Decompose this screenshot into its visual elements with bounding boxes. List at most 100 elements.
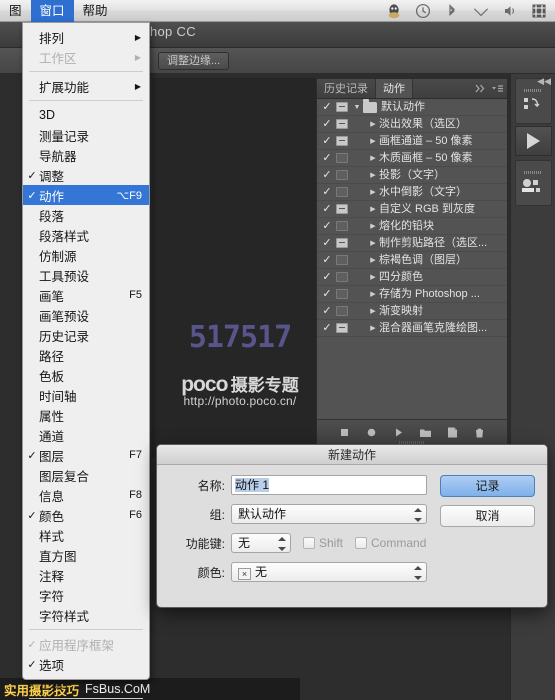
tab-actions[interactable]: 动作	[376, 79, 413, 98]
action-row[interactable]: ✓▶棕褐色调（图层）	[317, 252, 507, 269]
action-dialog-toggle-icon[interactable]	[336, 323, 348, 333]
action-row[interactable]: ✓▶木质画框 – 50 像素	[317, 150, 507, 167]
action-row[interactable]: ✓▶存储为 Photoshop ...	[317, 286, 507, 303]
action-row[interactable]: ✓▶投影（文字）	[317, 167, 507, 184]
action-dialog-toggle-icon[interactable]	[336, 136, 348, 146]
action-dialog-toggle-icon[interactable]	[336, 238, 348, 248]
menu-item[interactable]: 测量记录	[23, 125, 149, 145]
action-enabled-checkmark-icon[interactable]: ✓	[320, 99, 334, 116]
menu-item[interactable]: 历史记录	[23, 325, 149, 345]
chevron-right-icon[interactable]: ▶	[367, 218, 379, 235]
menu-item[interactable]: 工具预设	[23, 265, 149, 285]
action-enabled-checkmark-icon[interactable]: ✓	[320, 184, 334, 201]
action-dialog-toggle-icon[interactable]	[336, 119, 348, 129]
shift-checkbox[interactable]	[303, 537, 315, 549]
menu-item[interactable]: 注释	[23, 565, 149, 585]
function-key-select[interactable]: 无	[231, 533, 291, 553]
action-dialog-toggle-icon[interactable]	[336, 187, 348, 197]
menu-item[interactable]: 色板	[23, 365, 149, 385]
actions-list[interactable]: ✓▼默认动作✓▶淡出效果（选区）✓▶画框通道 – 50 像素✓▶木质画框 – 5…	[317, 99, 507, 419]
panel-menu-icon[interactable]	[491, 82, 504, 95]
set-select[interactable]: 默认动作	[231, 504, 427, 524]
menu-item[interactable]: 属性	[23, 405, 149, 425]
chevron-right-icon[interactable]: ▶	[367, 235, 379, 252]
window-menu-dropdown[interactable]: 排列▶工作区▶扩展功能▶3D测量记录导航器✓调整✓动作⌥F9段落段落样式仿制源工…	[22, 22, 150, 680]
action-enabled-checkmark-icon[interactable]: ✓	[320, 150, 334, 167]
action-dialog-toggle-icon[interactable]	[336, 306, 348, 316]
double-chevron-left-icon[interactable]: ◀◀	[537, 76, 551, 87]
menu-item[interactable]: ✓颜色F6	[23, 505, 149, 525]
menu-item[interactable]: 时间轴	[23, 385, 149, 405]
command-checkbox[interactable]	[355, 537, 367, 549]
play-icon[interactable]	[392, 426, 405, 439]
chevron-right-icon[interactable]: ▶	[367, 150, 379, 167]
menu-item[interactable]: 直方图	[23, 545, 149, 565]
new-action-icon[interactable]	[446, 426, 459, 439]
menu-item[interactable]: 工作区▶	[23, 47, 149, 67]
action-enabled-checkmark-icon[interactable]: ✓	[320, 133, 334, 150]
chevron-right-icon[interactable]: ▶	[367, 286, 379, 303]
new-set-icon[interactable]	[419, 426, 432, 439]
action-dialog-toggle-icon[interactable]	[336, 255, 348, 265]
action-row[interactable]: ✓▶混合器画笔克隆绘图...	[317, 320, 507, 337]
action-dialog-toggle-icon[interactable]	[336, 153, 348, 163]
menu-item[interactable]: ✓动作⌥F9	[23, 185, 149, 205]
chevron-right-icon[interactable]: ▶	[367, 201, 379, 218]
action-row[interactable]: ✓▼默认动作	[317, 99, 507, 116]
color-select[interactable]: ×无	[231, 562, 427, 582]
chevron-right-icon[interactable]: ▶	[367, 269, 379, 286]
action-row[interactable]: ✓▶自定义 RGB 到灰度	[317, 201, 507, 218]
chevron-down-icon[interactable]: ▼	[351, 99, 363, 116]
bluetooth-icon[interactable]	[444, 3, 460, 19]
qq-penguin-icon[interactable]	[386, 3, 402, 19]
action-enabled-checkmark-icon[interactable]: ✓	[320, 201, 334, 218]
volume-icon[interactable]	[502, 3, 518, 19]
action-enabled-checkmark-icon[interactable]: ✓	[320, 252, 334, 269]
menu-item[interactable]: 字符样式	[23, 605, 149, 625]
menu-item[interactable]: ✓应用程序框架	[23, 634, 149, 654]
menu-item[interactable]: 画笔F5	[23, 285, 149, 305]
action-enabled-checkmark-icon[interactable]: ✓	[320, 167, 334, 184]
delete-icon[interactable]	[473, 426, 486, 439]
action-dialog-toggle-icon[interactable]	[336, 204, 348, 214]
chevron-right-icon[interactable]: ▶	[367, 116, 379, 133]
action-row[interactable]: ✓▶制作剪贴路径（选区...	[317, 235, 507, 252]
chevron-right-icon[interactable]: ▶	[367, 320, 379, 337]
action-row[interactable]: ✓▶水中倒影（文字）	[317, 184, 507, 201]
action-row[interactable]: ✓▶四分颜色	[317, 269, 507, 286]
menu-item[interactable]: 扩展功能▶	[23, 76, 149, 96]
action-enabled-checkmark-icon[interactable]: ✓	[320, 235, 334, 252]
cancel-button[interactable]: 取消	[440, 505, 535, 527]
action-enabled-checkmark-icon[interactable]: ✓	[320, 320, 334, 337]
menu-item[interactable]: 仿制源	[23, 245, 149, 265]
action-enabled-checkmark-icon[interactable]: ✓	[320, 286, 334, 303]
menu-item[interactable]: 导航器	[23, 145, 149, 165]
chevron-right-icon[interactable]: ▶	[367, 303, 379, 320]
menu-item[interactable]: 路径	[23, 345, 149, 365]
action-dialog-toggle-icon[interactable]	[336, 170, 348, 180]
menu-item[interactable]: 通道	[23, 425, 149, 445]
action-enabled-checkmark-icon[interactable]: ✓	[320, 269, 334, 286]
menu-item[interactable]: 段落	[23, 205, 149, 225]
menu-item[interactable]: 3D	[23, 105, 149, 125]
chevron-right-icon[interactable]: ▶	[367, 167, 379, 184]
action-row[interactable]: ✓▶画框通道 – 50 像素	[317, 133, 507, 150]
document-canvas[interactable]	[152, 78, 320, 458]
time-machine-icon[interactable]	[415, 3, 431, 19]
menu-item[interactable]: ✓图层F7	[23, 445, 149, 465]
action-row[interactable]: ✓▶熔化的铅块	[317, 218, 507, 235]
action-enabled-checkmark-icon[interactable]: ✓	[320, 218, 334, 235]
chevron-right-icon[interactable]: ▶	[367, 133, 379, 150]
action-dialog-toggle-icon[interactable]	[336, 272, 348, 282]
double-chevron-right-icon[interactable]	[474, 82, 487, 95]
menu-item[interactable]: 图层复合	[23, 465, 149, 485]
menubar-item-0[interactable]: 图	[0, 0, 31, 22]
action-dialog-toggle-icon[interactable]	[336, 289, 348, 299]
menu-item[interactable]: 样式	[23, 525, 149, 545]
name-input[interactable]: 动作 1	[231, 475, 427, 495]
record-button[interactable]: 记录	[440, 475, 535, 497]
record-icon[interactable]	[365, 426, 378, 439]
menu-item[interactable]: ✓工具	[23, 674, 149, 694]
action-enabled-checkmark-icon[interactable]: ✓	[320, 303, 334, 320]
menu-item[interactable]: ✓调整	[23, 165, 149, 185]
